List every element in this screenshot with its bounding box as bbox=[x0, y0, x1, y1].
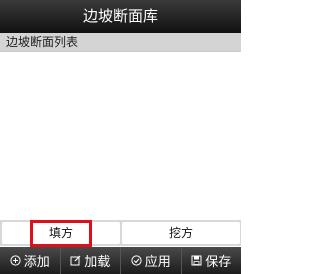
save-disk-icon bbox=[191, 255, 202, 266]
list-header: 边坡断面列表 bbox=[0, 33, 241, 52]
load-button-label: 加载 bbox=[84, 255, 111, 270]
tab-cut[interactable]: 挖方 bbox=[122, 222, 240, 244]
add-button-label: 添加 bbox=[23, 255, 50, 270]
bottom-toolbar: 添加 加载 应用 保存 bbox=[0, 247, 241, 274]
check-circle-icon bbox=[131, 255, 142, 266]
load-edit-icon bbox=[70, 255, 81, 266]
section-list[interactable] bbox=[0, 52, 241, 220]
tab-bar: 填方 挖方 bbox=[0, 220, 241, 246]
load-button[interactable]: 加载 bbox=[61, 247, 121, 274]
save-button[interactable]: 保存 bbox=[182, 247, 242, 274]
save-button-label: 保存 bbox=[205, 255, 232, 270]
plus-circle-icon bbox=[10, 255, 21, 266]
apply-button[interactable]: 应用 bbox=[121, 247, 182, 274]
add-button[interactable]: 添加 bbox=[0, 247, 61, 274]
apply-button-label: 应用 bbox=[144, 255, 171, 270]
page-title: 边坡断面库 bbox=[0, 0, 241, 33]
tab-fill[interactable]: 填方 bbox=[2, 222, 120, 244]
